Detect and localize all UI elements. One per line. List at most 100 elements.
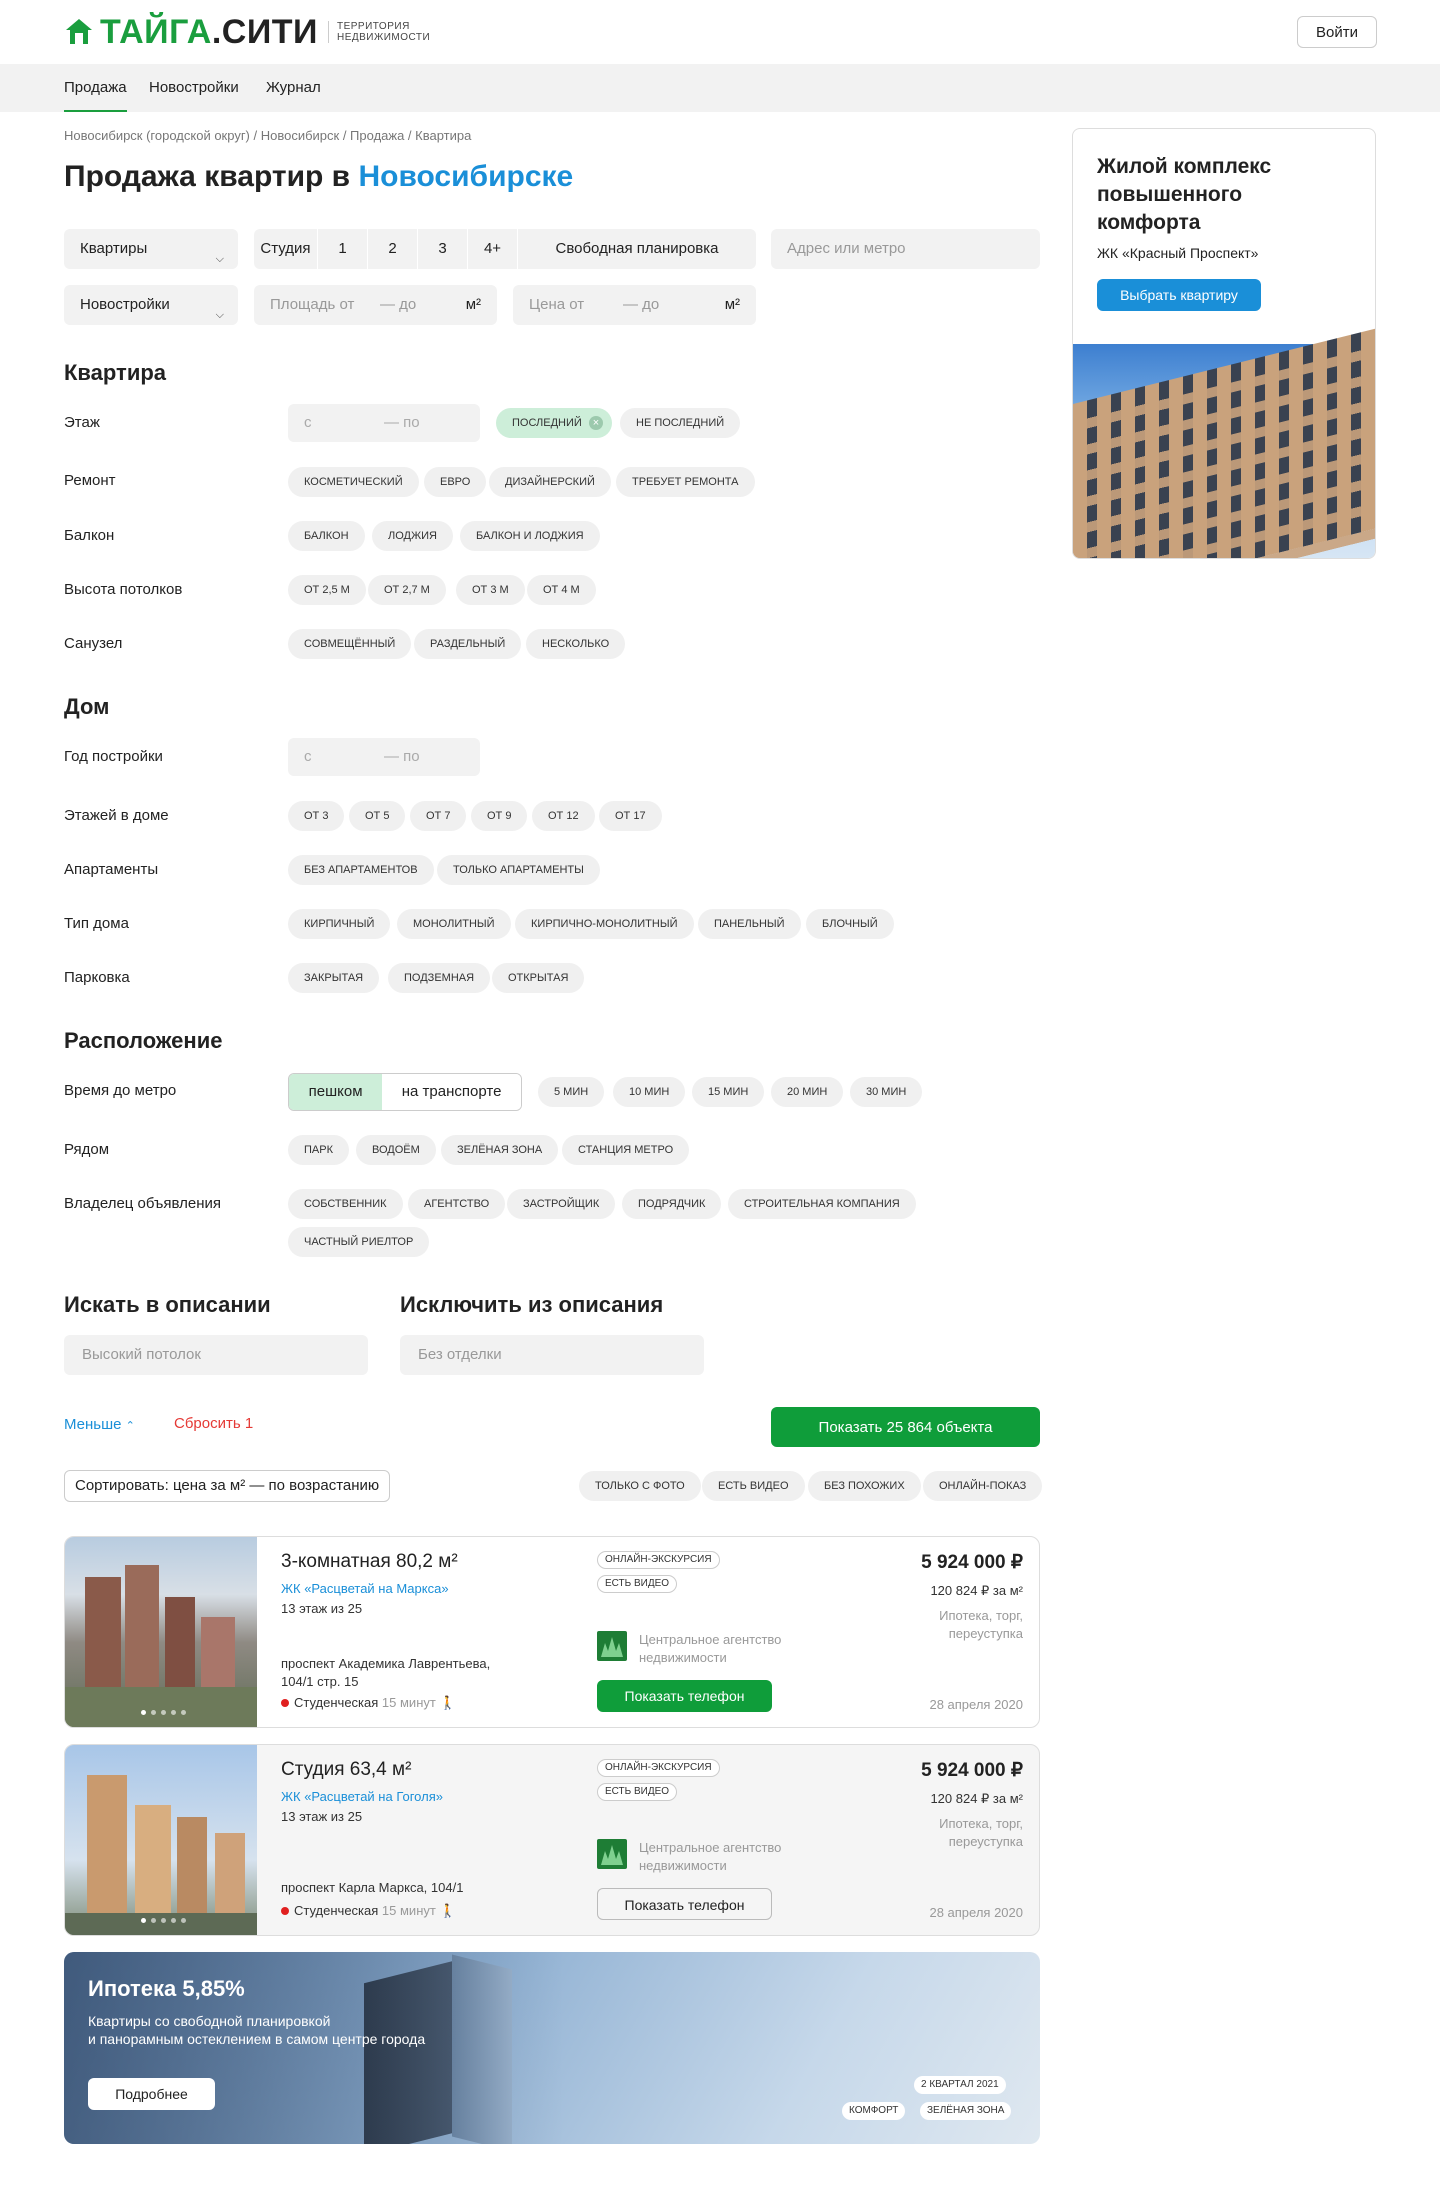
listing-photo[interactable] <box>65 1537 257 1727</box>
chip-bath[interactable]: раздельный <box>414 629 522 659</box>
show-phone-button[interactable]: Показать телефон <box>597 1888 772 1920</box>
chip-balcony[interactable]: балкон <box>288 521 365 551</box>
listing-agency[interactable]: Центральное агентство недвижимости <box>597 1839 817 1875</box>
login-button[interactable]: Войти <box>1297 16 1377 48</box>
chip-metro-time[interactable]: 15 мин <box>692 1077 765 1107</box>
chip-repair[interactable]: косметический <box>288 467 419 497</box>
chevron-up-icon: ⌃ <box>125 1420 135 1432</box>
chip-sort-filter[interactable]: без похожих <box>808 1471 921 1501</box>
chip-sort-filter[interactable]: только с фото <box>579 1471 701 1501</box>
chip-owner[interactable]: частный риелтор <box>288 1227 430 1257</box>
nav-item-journal[interactable]: Журнал <box>266 64 321 112</box>
chip-house-type[interactable]: блочный <box>806 909 894 939</box>
chip-metro-time[interactable]: 10 мин <box>613 1077 686 1107</box>
city-link[interactable]: Новосибирске <box>358 160 573 193</box>
chip-owner[interactable]: подрядчик <box>622 1189 722 1219</box>
less-link[interactable]: Меньше ⌃ <box>64 1416 135 1433</box>
chip-metro-time[interactable]: 20 мин <box>771 1077 844 1107</box>
chip-ceiling[interactable]: от 3 м <box>456 575 525 605</box>
sidebar-ad[interactable]: Жилой комплекс повышенного комфорта ЖК «… <box>1072 128 1376 559</box>
floor-range[interactable]: с — по <box>288 404 480 442</box>
chip-last-floor[interactable]: последний × <box>496 408 612 438</box>
transport-toggle[interactable]: пешком на транспорте <box>288 1073 522 1111</box>
chip-near[interactable]: зелёная зона <box>441 1135 559 1165</box>
rooms-studio[interactable]: Студия <box>254 229 318 269</box>
chip-parking[interactable]: подземная <box>388 963 491 993</box>
rooms-1[interactable]: 1 <box>318 229 368 269</box>
chip-near[interactable]: парк <box>288 1135 349 1165</box>
chip-floors[interactable]: от 9 <box>471 801 528 831</box>
close-icon[interactable]: × <box>589 416 603 430</box>
chip-near[interactable]: станция метро <box>562 1135 690 1165</box>
address-input[interactable]: Адрес или метро <box>771 229 1040 269</box>
exclude-input[interactable]: Без отделки <box>400 1335 704 1375</box>
chip-floors[interactable]: от 17 <box>599 801 662 831</box>
rooms-2[interactable]: 2 <box>368 229 418 269</box>
chip-owner[interactable]: агентство <box>408 1189 506 1219</box>
chip-floors[interactable]: от 3 <box>288 801 345 831</box>
chip-parking[interactable]: открытая <box>492 963 585 993</box>
chip-repair[interactable]: дизайнерский <box>489 467 611 497</box>
chip-ceiling[interactable]: от 2,7 м <box>368 575 446 605</box>
year-range[interactable]: с — по <box>288 738 480 776</box>
property-type-select[interactable]: Квартиры ⌵ <box>64 229 238 269</box>
listing-card[interactable]: Студия 63,4 м² ЖК «Расцветай на Гоголя» … <box>64 1744 1040 1936</box>
chip-ceiling[interactable]: от 4 м <box>527 575 596 605</box>
chip-balcony[interactable]: лоджия <box>372 521 453 551</box>
chip-sort-filter[interactable]: онлайн-показ <box>923 1471 1043 1501</box>
show-results-button[interactable]: Показать 25 864 объекта <box>771 1407 1040 1447</box>
chip-balcony[interactable]: балкон и лоджия <box>460 521 600 551</box>
market-select[interactable]: Новостройки ⌵ <box>64 285 238 325</box>
floors-label: Этажей в доме <box>64 807 169 824</box>
chip-house-type[interactable]: кирпично-монолитный <box>515 909 694 939</box>
toggle-transport[interactable]: на транспорте <box>382 1074 521 1110</box>
promo-banner[interactable]: Ипотека 5,85% Квартиры со свободной план… <box>64 1952 1040 2144</box>
ad-choose-button[interactable]: Выбрать квартиру <box>1097 279 1261 311</box>
promo-more-button[interactable]: Подробнее <box>88 2078 215 2110</box>
nav-item-sale[interactable]: Продажа <box>64 64 127 112</box>
show-phone-button[interactable]: Показать телефон <box>597 1680 772 1712</box>
breadcrumb[interactable]: Новосибирск (городской округ) / Новосиби… <box>64 128 471 143</box>
chip-sort-filter[interactable]: есть видео <box>702 1471 805 1501</box>
chip-floors[interactable]: от 5 <box>349 801 406 831</box>
chip-ceiling[interactable]: от 2,5 м <box>288 575 366 605</box>
complex-link[interactable]: ЖК «Расцветай на Гоголя» <box>281 1789 443 1804</box>
listing-photo[interactable] <box>65 1745 257 1935</box>
chip-near[interactable]: водоём <box>356 1135 436 1165</box>
listing-card[interactable]: 3-комнатная 80,2 м² ЖК «Расцветай на Мар… <box>64 1536 1040 1728</box>
chip-metro-time[interactable]: 30 мин <box>850 1077 923 1107</box>
complex-link[interactable]: ЖК «Расцветай на Маркса» <box>281 1581 449 1596</box>
reset-link[interactable]: Сбросить 1 <box>174 1415 253 1432</box>
chip-owner[interactable]: строительная компания <box>728 1189 916 1219</box>
chip-bath[interactable]: несколько <box>526 629 626 659</box>
chip-floors[interactable]: от 7 <box>410 801 467 831</box>
chip-bath[interactable]: совмещённый <box>288 629 412 659</box>
chip-house-type[interactable]: монолитный <box>397 909 511 939</box>
area-range[interactable]: Площадь от — до м² <box>254 285 497 325</box>
include-input[interactable]: Высокий потолок <box>64 1335 368 1375</box>
chip-apart[interactable]: без апартаментов <box>288 855 434 885</box>
chip-repair[interactable]: требует ремонта <box>616 467 755 497</box>
listing-agency[interactable]: Центральное агентство недвижимости <box>597 1631 817 1667</box>
nav-item-new-buildings[interactable]: Новостройки <box>149 64 239 112</box>
chip-owner[interactable]: собственник <box>288 1189 403 1219</box>
listing-title[interactable]: 3-комнатная 80,2 м² <box>281 1551 458 1573</box>
chip-house-type[interactable]: кирпичный <box>288 909 391 939</box>
sort-select[interactable]: Сортировать: цена за м² — по возрастанию <box>64 1470 391 1502</box>
listing-title[interactable]: Студия 63,4 м² <box>281 1759 411 1781</box>
chip-house-type[interactable]: панельный <box>698 909 801 939</box>
chip-not-last-floor[interactable]: не последний <box>620 408 741 438</box>
price-range[interactable]: Цена от — до м² <box>513 285 756 325</box>
chip-repair[interactable]: евро <box>424 467 487 497</box>
rooms-free-layout[interactable]: Свободная планировка <box>518 229 756 269</box>
chip-metro-time[interactable]: 5 мин <box>538 1077 605 1107</box>
chip-apart[interactable]: только апартаменты <box>437 855 600 885</box>
rooms-3[interactable]: 3 <box>418 229 468 269</box>
promo-text: Квартиры со свободной планировкой и панор… <box>88 2013 426 2047</box>
toggle-walk[interactable]: пешком <box>289 1074 383 1110</box>
site-logo[interactable]: ТАЙГА.СИТИ ТЕРРИТОРИЯ НЕДВИЖИМОСТИ <box>64 15 430 49</box>
rooms-4plus[interactable]: 4+ <box>468 229 518 269</box>
chip-floors[interactable]: от 12 <box>532 801 595 831</box>
chip-owner[interactable]: застройщик <box>507 1189 616 1219</box>
chip-parking[interactable]: закрытая <box>288 963 380 993</box>
